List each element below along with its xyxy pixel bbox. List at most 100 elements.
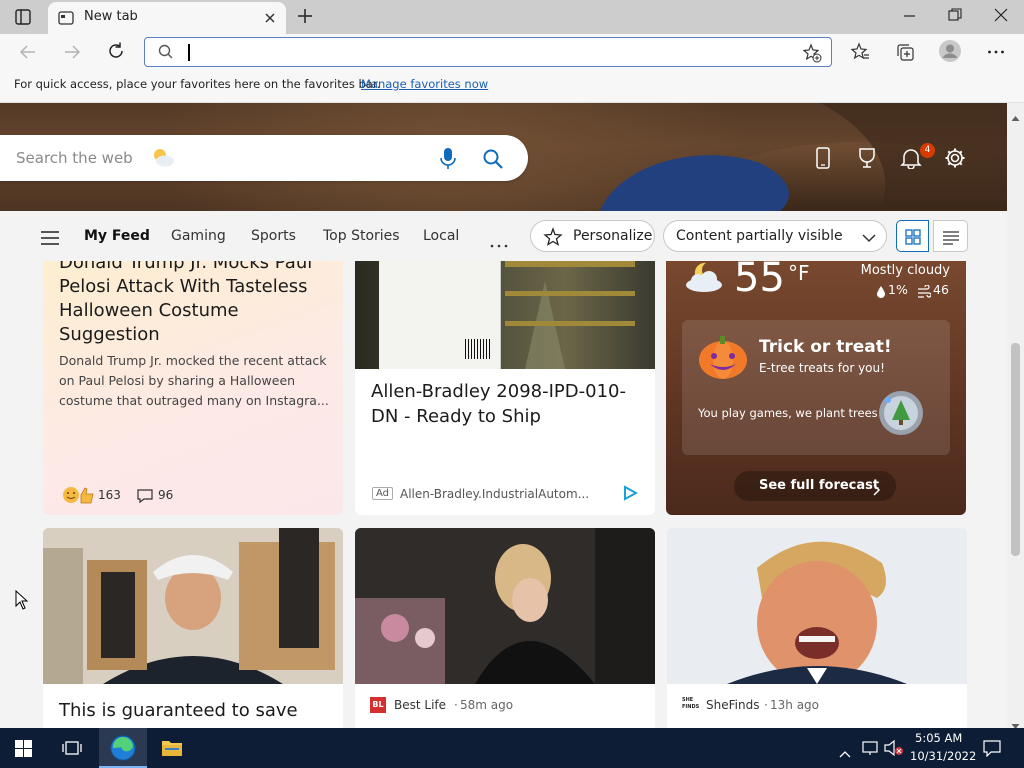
address-input[interactable] bbox=[185, 42, 785, 62]
ad-source: Allen-Bradley.IndustrialAutom... bbox=[400, 487, 590, 501]
tab-top-stories[interactable]: Top Stories bbox=[323, 228, 400, 244]
promo-body: You play games, we plant trees bbox=[698, 406, 878, 420]
tab-title: New tab bbox=[84, 9, 138, 24]
tab-gaming[interactable]: Gaming bbox=[171, 228, 226, 244]
forward-icon[interactable] bbox=[62, 43, 82, 61]
tab-local[interactable]: Local bbox=[423, 228, 459, 244]
favorites-hint: For quick access, place your favorites h… bbox=[14, 77, 381, 91]
more-options-icon[interactable] bbox=[986, 42, 1006, 62]
ad-label-badge: Ad bbox=[372, 487, 394, 500]
news-card-4[interactable]: This is guaranteed to save bbox=[43, 528, 343, 728]
grid-view-icon bbox=[905, 229, 921, 245]
new-tab-page-icon bbox=[58, 10, 74, 26]
card-headline[interactable]: Donald Trump Jr. Mocks Paul Pelosi Attac… bbox=[59, 261, 329, 347]
ad-card[interactable]: Allen-Bradley 2098-IPD-010-DN - Ready to… bbox=[355, 261, 655, 515]
tab-my-feed[interactable]: My Feed bbox=[84, 228, 150, 244]
chevron-right-icon bbox=[873, 481, 881, 496]
profile-avatar[interactable] bbox=[939, 40, 961, 62]
ad-headline[interactable]: Allen-Bradley 2098-IPD-010-DN - Ready to… bbox=[371, 379, 643, 429]
weather-condition: Mostly cloudy bbox=[860, 263, 950, 278]
see-full-forecast-button[interactable]: See full forecast bbox=[734, 471, 896, 501]
precipitation-value: 1% bbox=[888, 282, 908, 297]
add-favorite-icon[interactable] bbox=[802, 43, 822, 63]
clock-time[interactable]: 5:05 AM bbox=[915, 731, 962, 745]
edge-browser-icon bbox=[110, 735, 136, 761]
news-card-1[interactable]: Donald Trump Jr. Mocks Paul Pelosi Attac… bbox=[43, 261, 343, 515]
adchoices-icon[interactable] bbox=[622, 485, 639, 501]
list-view-icon bbox=[943, 230, 959, 245]
windows-start-icon[interactable] bbox=[15, 740, 32, 757]
tab-new-tab[interactable]: New tab bbox=[48, 2, 286, 34]
card-5-source: Best Life bbox=[394, 698, 447, 712]
partly-cloudy-night-icon bbox=[684, 261, 728, 293]
restore-icon[interactable] bbox=[947, 7, 963, 23]
card-4-headline[interactable]: This is guaranteed to save bbox=[59, 698, 331, 723]
address-bar[interactable] bbox=[144, 37, 832, 67]
volume-muted-icon[interactable] bbox=[884, 739, 904, 757]
card-5-dot: · bbox=[454, 698, 458, 712]
ad-image bbox=[355, 261, 655, 369]
menu-hamburger-icon[interactable] bbox=[41, 230, 59, 245]
text-cursor bbox=[188, 44, 190, 61]
collections-icon[interactable] bbox=[895, 42, 915, 62]
grid-view-button[interactable] bbox=[896, 220, 929, 252]
comment-icon[interactable] bbox=[136, 488, 154, 504]
feed-nav: My Feed Gaming Sports Top Stories Local … bbox=[0, 211, 1007, 261]
chevron-down-icon bbox=[862, 231, 876, 243]
air-quality-value: 46 bbox=[933, 282, 949, 297]
network-icon[interactable] bbox=[862, 740, 880, 756]
card-5-time: 58m ago bbox=[460, 698, 514, 712]
close-window-icon[interactable] bbox=[993, 7, 1009, 23]
personalize-label: Personalize bbox=[573, 228, 653, 244]
scrollbar-thumb[interactable] bbox=[1011, 343, 1020, 556]
list-view-button[interactable] bbox=[933, 220, 968, 252]
task-view-icon[interactable] bbox=[62, 739, 82, 757]
minimize-icon[interactable] bbox=[902, 8, 918, 24]
news-card-6[interactable]: SHE FINDS SheFinds · 13h ago bbox=[667, 528, 967, 728]
weather-unit: °F bbox=[788, 261, 810, 285]
back-icon[interactable] bbox=[18, 43, 38, 61]
microphone-icon[interactable] bbox=[439, 147, 457, 171]
close-tab-icon[interactable] bbox=[263, 10, 277, 24]
tree-globe-icon bbox=[878, 390, 924, 436]
notification-center-icon[interactable] bbox=[983, 739, 1001, 758]
file-explorer-icon[interactable] bbox=[161, 738, 183, 758]
card-4-image bbox=[43, 528, 343, 684]
favorites-icon[interactable] bbox=[850, 42, 870, 62]
precipitation-icon bbox=[876, 284, 886, 298]
mouse-pointer bbox=[15, 589, 29, 610]
tab-sports[interactable]: Sports bbox=[251, 228, 296, 244]
settings-gear-icon[interactable] bbox=[944, 147, 966, 169]
mobile-icon[interactable] bbox=[814, 147, 832, 169]
feed-content: Donald Trump Jr. Mocks Paul Pelosi Attac… bbox=[0, 261, 1007, 728]
favorites-bar: For quick access, place your favorites h… bbox=[0, 72, 1024, 103]
title-bar: New tab bbox=[0, 0, 1024, 34]
content-visibility-select[interactable]: Content partially visible bbox=[663, 220, 887, 252]
manage-favorites-link[interactable]: Manage favorites now bbox=[361, 77, 488, 91]
scroll-down-arrow-icon[interactable] bbox=[1011, 715, 1020, 729]
clock-date[interactable]: 10/31/2022 bbox=[910, 749, 976, 763]
page-scrollbar[interactable] bbox=[1007, 103, 1024, 729]
news-card-5[interactable]: BL Best Life · 58m ago bbox=[355, 528, 655, 728]
weather-card[interactable]: 55 °F Mostly cloudy 1% 46 Trick or treat… bbox=[666, 261, 966, 515]
refresh-icon[interactable] bbox=[106, 41, 126, 61]
scroll-up-arrow-icon[interactable] bbox=[1011, 107, 1020, 121]
promo-subtitle: E-tree treats for you! bbox=[759, 361, 885, 375]
reactions-icon[interactable] bbox=[61, 485, 97, 505]
air-quality-icon bbox=[917, 284, 932, 298]
search-submit-icon[interactable] bbox=[482, 148, 504, 170]
weather-sun-cloud-icon bbox=[150, 146, 176, 168]
more-tabs-icon[interactable] bbox=[490, 234, 508, 248]
web-search-box[interactable]: Search the web bbox=[0, 135, 528, 181]
tab-actions-icon[interactable] bbox=[14, 8, 32, 26]
personalize-button[interactable]: Personalize bbox=[530, 220, 655, 252]
card-6-time: 13h ago bbox=[770, 698, 820, 712]
rewards-icon[interactable] bbox=[857, 147, 877, 169]
notifications-bell-icon[interactable] bbox=[900, 147, 922, 170]
edge-taskbar-button[interactable] bbox=[99, 728, 147, 768]
source-logo-best-life: BL bbox=[370, 697, 386, 713]
new-tab-plus-icon[interactable] bbox=[296, 7, 314, 25]
taskbar: 5:05 AM 10/31/2022 bbox=[0, 728, 1024, 768]
show-hidden-icons-chevron[interactable] bbox=[839, 743, 851, 758]
trick-or-treat-promo[interactable]: Trick or treat! E-tree treats for you! Y… bbox=[682, 320, 950, 455]
